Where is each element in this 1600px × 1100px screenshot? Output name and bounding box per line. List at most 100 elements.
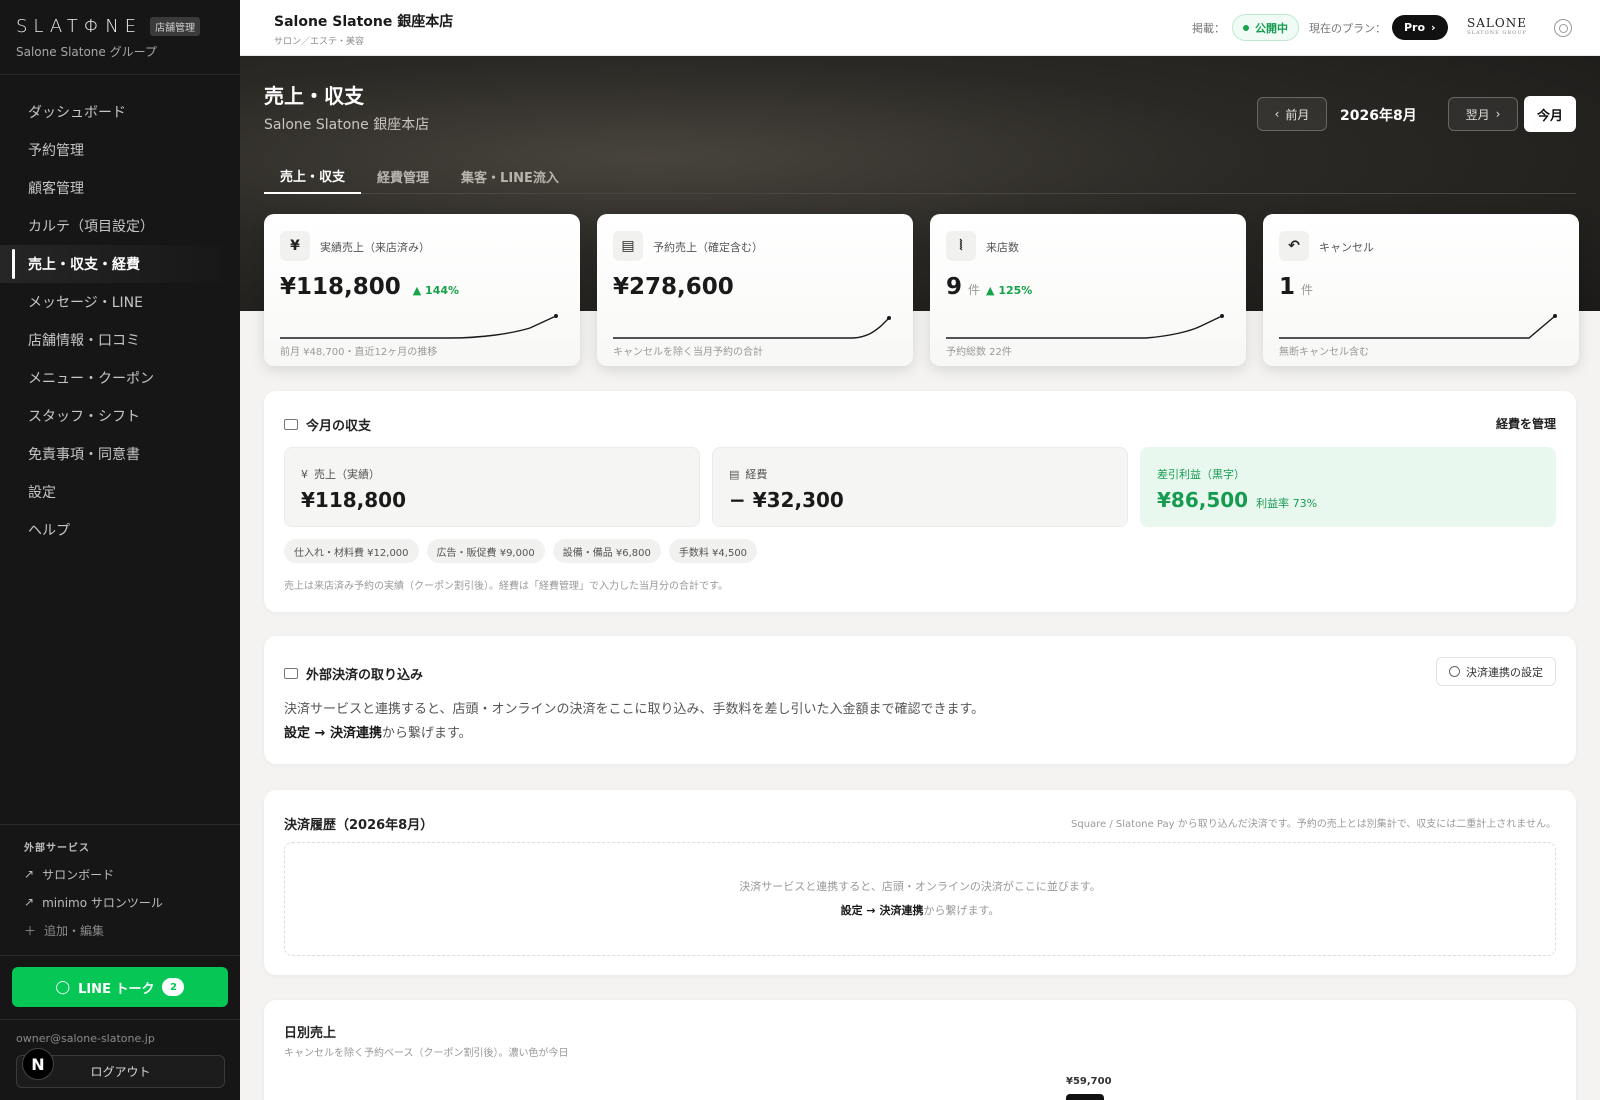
external-link-icon: ↗ (24, 867, 35, 881)
kpi-value: ¥118,800 ▲ 144% (280, 274, 460, 300)
external-payment-title: 外部決済の取り込み (284, 664, 423, 683)
external-services-title: 外部サービス (24, 843, 90, 854)
today-bar[interactable] (1066, 1094, 1104, 1100)
tab-bar: 売上・収支 経費管理 集客・LINE流入 (264, 158, 1576, 194)
kpi-value: 9 件 ▲ 125% (946, 274, 1033, 300)
tab-acquisition-line[interactable]: 集客・LINE流入 (445, 158, 575, 194)
wallet-icon (284, 419, 298, 430)
profit-box: 差引利益（黒字） ¥86,500 利益率 73% (1140, 447, 1556, 527)
external-link-salonboard[interactable]: ↗ サロンボード (24, 860, 216, 888)
sidebar-item[interactable]: ヘルプ (0, 511, 240, 549)
receipt-icon: ▤ (729, 467, 740, 481)
settings-link[interactable]: 設定 → 決済連携 (841, 904, 924, 917)
kpi-value: ¥278,600 (613, 274, 734, 300)
publish-label: 掲載： (1192, 22, 1225, 35)
sidebar-item[interactable]: スタッフ・シフト (0, 397, 240, 435)
payment-history-empty: 決済サービスと連携すると、店頭・オンラインの決済がここに並びます。 設定 → 決… (284, 842, 1556, 956)
external-link-minimo[interactable]: ↗ minimo サロンツール (24, 888, 216, 916)
kpi-note: 予約総数 22件 (946, 347, 1012, 358)
chevron-down-icon[interactable]: ⌄ (446, 20, 454, 31)
kpi-note: 無断キャンセル含む (1279, 347, 1369, 358)
profit-value: ¥86,500 利益率 73% (1157, 488, 1318, 512)
kpi-card: ¥ 実績売上（来店済み） ¥118,800 ▲ 144% 前月 ¥48,700・直近12… (264, 214, 580, 366)
daily-sales-subtitle: キャンセルを除く予約ベース（クーポン割引後）。濃い色が今日 (284, 1048, 569, 1059)
daily-sales-card: 日別売上 キャンセルを除く予約ベース（クーポン割引後）。濃い色が今日 ¥59,7… (264, 1000, 1576, 1100)
settings-link[interactable]: 設定 → 決済連携 (284, 726, 382, 741)
kpi-value: 1件 (1279, 274, 1314, 300)
admin-badge: 店舗管理 (150, 17, 201, 36)
kpi-icon: ⦚ (946, 231, 976, 261)
kpi-sparkline (280, 314, 558, 339)
tab-sales-balance[interactable]: 売上・収支 (264, 158, 362, 194)
sparkline-path (946, 315, 1223, 339)
status-dot-icon (1243, 24, 1249, 31)
today-bar-label: ¥59,700 (1066, 1076, 1112, 1087)
external-link-icon: ↗ (24, 895, 35, 909)
gear-icon (1449, 666, 1460, 677)
sidebar-item[interactable]: メッセージ・LINE (0, 283, 240, 321)
sidebar-item[interactable]: 店舗情報・口コミ (0, 321, 240, 359)
sidebar-item[interactable]: 顧客管理 (0, 169, 240, 207)
avatar[interactable]: N (22, 1048, 54, 1080)
brand: SLATΦNE 店舗管理 Salone Slatone グループ (0, 0, 240, 75)
page-subtitle: Salone Slatone 銀座本店 (264, 117, 430, 133)
kpi-note: 前月 ¥48,700・直近12ヶ月の推移 (280, 347, 438, 358)
sidebar-item[interactable]: メニュー・クーポン (0, 359, 240, 397)
kpi-note: キャンセルを除く当月予約の合計 (613, 347, 763, 358)
sparkline-end-dot (554, 314, 558, 318)
kpi-unit: 件 (1301, 283, 1314, 297)
payment-settings-button[interactable]: 決済連携の設定 (1436, 657, 1556, 686)
manage-expenses-link[interactable]: 経費を管理 (1496, 415, 1556, 432)
plan-label: 現在のプラン： (1309, 22, 1386, 35)
sidebar-item[interactable]: 免責事項・同意書 (0, 435, 240, 473)
divider (0, 955, 240, 956)
external-add-edit[interactable]: ＋追加・編集 (24, 916, 216, 944)
expense-value: − ¥32,300 (729, 488, 844, 512)
kpi-sparkline (1279, 314, 1557, 339)
sparkline-path (613, 317, 890, 339)
sales-box: ¥ 売上（実績） ¥118,800 (284, 447, 700, 527)
prev-month-button[interactable]: ‹ 前月 (1257, 97, 1327, 131)
kpi-label: 来店数 (986, 241, 1019, 254)
settings-icon[interactable] (1554, 19, 1572, 37)
store-name: Salone Slatone 銀座本店 (274, 14, 454, 30)
publish-status-badge[interactable]: 公開中 (1232, 14, 1299, 41)
sidebar: SLATΦNE 店舗管理 Salone Slatone グループ ダッシュボード… (0, 0, 240, 1100)
payment-history-card: 決済履歴（2026年8月） Square / Slatone Pay から取り込… (264, 790, 1576, 975)
sidebar-item[interactable]: ダッシュボード (0, 93, 240, 131)
next-month-button[interactable]: 翌月 › (1448, 97, 1518, 131)
kpi-delta: ▲ 125% (986, 284, 1033, 297)
sparkline-end-dot (887, 316, 891, 320)
logo[interactable]: SLATΦNE (16, 16, 142, 37)
store-switcher[interactable]: Salone Slatone 銀座本店 サロン／エステ・美容 (274, 11, 453, 47)
sparkline-end-dot (1220, 314, 1224, 318)
sidebar-item[interactable]: 設定 (0, 473, 240, 511)
group-name: Salone Slatone グループ (16, 45, 157, 59)
tab-expenses[interactable]: 経費管理 (361, 158, 445, 194)
expense-chip: 手数料 ¥4,500 (668, 539, 758, 563)
daily-sales-title: 日別売上 (284, 1026, 337, 1041)
kpi-sparkline (946, 314, 1224, 339)
kpi-icon: ¥ (280, 231, 310, 261)
account-email: owner@salone-slatone.jp (16, 1032, 155, 1045)
page-title: 売上・収支 (264, 84, 364, 108)
monthly-balance-card: 今月の収支 経費を管理 ¥ 売上（実績） ¥118,800 ▤ 経費 − ¥32,3… (264, 391, 1576, 612)
kpi-unit: 件 (968, 283, 981, 297)
current-month: 2026年8月 (1340, 108, 1417, 124)
chevron-right-icon: › (1431, 21, 1436, 34)
sidebar-item[interactable]: 予約管理 (0, 131, 240, 169)
this-month-button[interactable]: 今月 (1524, 96, 1576, 132)
kpi-delta: ▲ 144% (412, 284, 460, 297)
kpi-card: ⦚ 来店数 9 件 ▲ 125% 予約総数 22件 (930, 214, 1246, 366)
balance-title: 今月の収支 (284, 415, 371, 434)
plan-badge[interactable]: Pro › (1392, 15, 1448, 40)
sidebar-item[interactable]: 売上・収支・経費 (0, 245, 240, 283)
kpi-label: キャンセル (1319, 241, 1374, 254)
external-payment-description: 決済サービスと連携すると、店頭・オンラインの決済をここに取り込み、手数料を差し引… (284, 702, 985, 741)
sales-value: ¥118,800 (301, 488, 407, 512)
line-talk-button[interactable]: ◯ LINE トーク 2 (12, 967, 228, 1007)
profit-margin: 利益率 73% (1256, 497, 1318, 510)
line-unread-badge: 2 (162, 978, 185, 996)
balance-note: 売上は来店済み予約の実績（クーポン割引後）。経費は「経費管理」で入力した当月分の… (284, 581, 728, 592)
sidebar-item[interactable]: カルテ（項目設定） (0, 207, 240, 245)
